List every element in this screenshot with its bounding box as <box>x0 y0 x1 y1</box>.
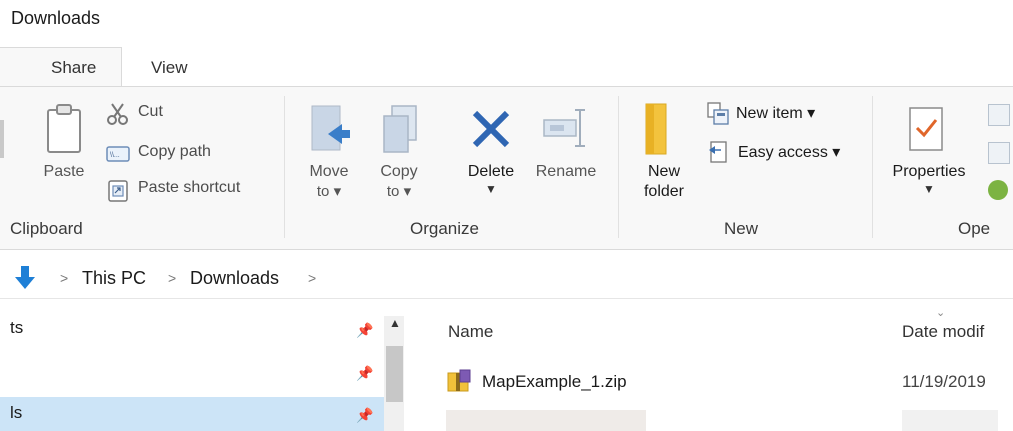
scroll-up-arrow-icon[interactable]: ▲ <box>387 316 403 334</box>
pin-icon: 📌 <box>356 407 374 423</box>
properties-label: Properties <box>892 163 966 180</box>
move-to-label-line1: Move <box>309 163 349 180</box>
paste-shortcut-label: Paste shortcut <box>138 179 241 196</box>
file-date-modified: 11/19/2019 <box>902 372 986 391</box>
nav-item-downloads-selected[interactable]: ls 📌 <box>0 397 384 431</box>
new-folder-label-line1: New <box>647 163 680 180</box>
tab-share[interactable]: Share <box>51 58 96 78</box>
paste-shortcut-icon <box>108 180 128 202</box>
nav-scrollbar-thumb[interactable] <box>386 346 403 402</box>
rename-label: Rename <box>535 163 597 180</box>
move-to-button[interactable]: Move to ▾ <box>298 98 360 210</box>
copy-to-icon <box>383 105 417 153</box>
nav-item-label: ts <box>10 318 24 337</box>
properties-icon <box>909 107 943 151</box>
zip-file-icon <box>447 369 471 392</box>
nav-item[interactable]: 📌 <box>0 355 410 389</box>
window-title: Downloads <box>11 8 101 28</box>
scissors-icon <box>107 103 128 125</box>
download-arrow-icon <box>15 266 35 289</box>
delete-button[interactable]: Delete ▼ <box>452 98 530 210</box>
copy-to-label-line2: to ▾ <box>386 183 412 200</box>
easy-access-label: Easy access ▾ <box>738 144 841 161</box>
delete-dropdown-arrow-icon[interactable]: ▼ <box>452 182 530 196</box>
cut-label: Cut <box>138 103 163 120</box>
rename-icon <box>543 109 585 147</box>
group-separator <box>872 96 873 238</box>
group-separator <box>284 96 285 238</box>
new-folder-button[interactable]: New folder <box>626 98 702 210</box>
paste-shortcut-button[interactable]: Paste shortcut <box>106 176 276 204</box>
address-bar[interactable] <box>0 260 1013 299</box>
open-icon <box>988 104 1010 126</box>
properties-dropdown-arrow-icon[interactable]: ▼ <box>880 182 978 196</box>
breadcrumb-this-pc[interactable]: This PC <box>82 268 146 289</box>
nav-item-label: ls <box>10 403 23 422</box>
group-label-new: New <box>724 219 759 238</box>
easy-access-button[interactable]: Easy access ▾ <box>706 138 876 166</box>
copy-to-button[interactable]: Copy to ▾ <box>368 98 430 210</box>
group-label-organize: Organize <box>410 219 479 238</box>
breadcrumb-chevron-icon[interactable]: > <box>168 270 176 286</box>
pin-to-quick-access-button[interactable] <box>0 110 12 168</box>
group-label-open: Ope <box>958 219 991 238</box>
paste-button[interactable]: Paste <box>36 98 92 210</box>
column-header-date-modified[interactable]: Date modif <box>902 322 984 342</box>
svg-text:\\...: \\... <box>110 152 120 159</box>
file-name: MapExample_1.zip <box>482 372 627 391</box>
clipboard-icon <box>47 104 81 153</box>
folder-icon <box>645 103 667 155</box>
group-separator <box>618 96 619 238</box>
new-item-label: New item ▾ <box>736 105 816 122</box>
edit-icon <box>988 142 1010 164</box>
breadcrumb-chevron-icon[interactable]: > <box>60 270 68 286</box>
copy-path-label: Copy path <box>138 143 211 160</box>
new-item-icon <box>707 102 729 125</box>
move-to-label-line2: to ▾ <box>316 183 342 200</box>
copy-to-label-line1: Copy <box>380 163 418 180</box>
nav-item-quick-access[interactable]: ts 📌 <box>0 308 410 342</box>
new-folder-label-line2: folder <box>643 183 685 200</box>
new-item-button[interactable]: New item ▾ <box>706 100 866 128</box>
title-bar: Downloads <box>0 0 1013 40</box>
file-row[interactable]: MapExample_1.zip 11/19/2019 <box>440 366 1013 398</box>
file-date-blurred <box>902 410 998 431</box>
rename-button[interactable]: Rename <box>526 98 606 210</box>
history-icon <box>988 180 1008 200</box>
paste-label: Paste <box>43 163 85 180</box>
tab-view[interactable]: View <box>151 58 188 78</box>
move-to-icon <box>311 105 350 151</box>
cut-button[interactable]: Cut <box>106 100 226 128</box>
column-header-name[interactable]: Name <box>448 322 493 342</box>
delete-x-icon <box>472 110 510 148</box>
breadcrumb-chevron-icon[interactable]: > <box>308 270 316 286</box>
pin-icon: 📌 <box>356 365 374 381</box>
open-group-partial-icons[interactable] <box>986 102 1013 212</box>
properties-button[interactable]: Properties ▼ <box>880 98 978 210</box>
sort-chevron-icon: ⌄ <box>936 307 946 319</box>
copy-path-icon: \\... <box>106 146 130 162</box>
delete-label: Delete <box>467 163 515 180</box>
breadcrumb-downloads[interactable]: Downloads <box>190 268 279 289</box>
easy-access-icon <box>709 141 727 163</box>
file-row-blurred[interactable] <box>446 410 646 431</box>
copy-path-button[interactable]: \\... Copy path <box>106 140 256 168</box>
group-label-clipboard: Clipboard <box>10 219 83 238</box>
pin-icon: 📌 <box>356 322 374 338</box>
